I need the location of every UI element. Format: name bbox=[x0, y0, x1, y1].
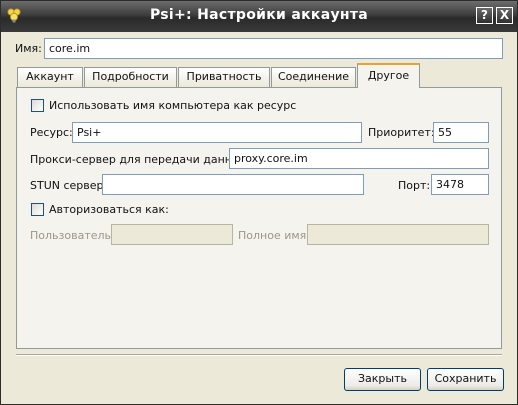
user-input bbox=[111, 224, 233, 245]
priority-input[interactable]: 55 bbox=[433, 122, 489, 143]
port-input[interactable]: 3478 bbox=[431, 174, 489, 195]
auth-as-checkbox[interactable] bbox=[31, 203, 44, 216]
fullname-input bbox=[307, 224, 489, 245]
tab-connection[interactable]: Соединение bbox=[271, 67, 356, 87]
save-button[interactable]: Сохранить bbox=[427, 368, 504, 391]
proxy-input[interactable]: proxy.core.im bbox=[229, 148, 489, 169]
window-title: Psi+: Настройки аккаунта bbox=[149, 7, 369, 23]
resource-label: Ресурс: bbox=[30, 126, 73, 139]
account-settings-window: Psi+: Настройки аккаунта ? X Имя: core.i… bbox=[0, 0, 518, 405]
resource-input[interactable]: Psi+ bbox=[72, 122, 362, 143]
proxy-label: Прокси-сервер для передачи данных: bbox=[30, 153, 251, 166]
user-label: Пользователь: bbox=[30, 229, 115, 242]
tab-details[interactable]: Подробности bbox=[84, 67, 177, 87]
tab-privacy[interactable]: Приватность bbox=[178, 67, 270, 87]
port-label: Порт: bbox=[398, 179, 431, 192]
name-label: Имя: bbox=[15, 42, 42, 55]
close-button[interactable]: Закрыть bbox=[344, 368, 421, 391]
stun-label: STUN сервер: bbox=[30, 179, 108, 192]
help-button[interactable]: ? bbox=[476, 7, 493, 24]
priority-label: Приоритет: bbox=[368, 126, 435, 139]
use-hostname-label: Использовать имя компьютера как ресурс bbox=[49, 99, 297, 112]
fullname-label: Полное имя: bbox=[238, 229, 310, 242]
auth-as-label: Авторизоваться как: bbox=[49, 203, 169, 216]
separator bbox=[16, 354, 502, 356]
use-hostname-checkbox[interactable] bbox=[31, 99, 44, 112]
tab-other[interactable]: Другое bbox=[357, 63, 420, 88]
tab-account[interactable]: Аккаунт bbox=[17, 67, 83, 87]
name-input[interactable]: core.im bbox=[44, 38, 503, 59]
title-bar[interactable]: Psi+: Настройки аккаунта ? X bbox=[1, 1, 517, 32]
stun-input[interactable] bbox=[102, 174, 364, 195]
close-window-button[interactable]: X bbox=[496, 7, 513, 24]
